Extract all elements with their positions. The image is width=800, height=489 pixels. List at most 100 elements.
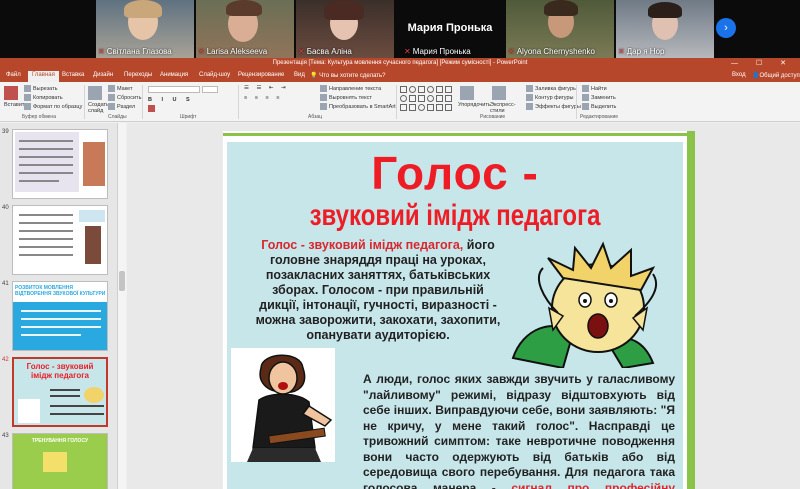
reset-button[interactable]: Сбросить [108, 94, 141, 101]
participant-tile[interactable]: ✕ Alyona Chernyshenko [506, 0, 614, 58]
font-name-input[interactable] [148, 86, 200, 93]
ribbon-separator [576, 85, 577, 119]
select-button[interactable]: Выделить [582, 103, 616, 110]
paste-button[interactable] [4, 86, 20, 100]
arrange-button[interactable] [460, 86, 476, 100]
slide-title[interactable]: Голос - [227, 146, 683, 200]
tab-file[interactable]: Файл [6, 72, 21, 78]
cut-button[interactable]: Вырезать [24, 85, 57, 92]
shape-effects-button[interactable]: Эффекты фигуры [526, 103, 581, 110]
slide-number-current: 42 [2, 357, 9, 363]
font-size-input[interactable] [202, 86, 218, 93]
section-button[interactable]: Раздел [108, 103, 135, 110]
thumbnails-scrollbar[interactable] [118, 123, 126, 489]
participant-tile[interactable]: ✕ Басва Аліна [296, 0, 394, 58]
slide-subtitle[interactable]: звуковий імідж педагога [227, 199, 683, 234]
slide-number: 40 [2, 205, 9, 211]
find-button[interactable]: Найти [582, 85, 607, 92]
tab-review[interactable]: Рецензирование [238, 72, 284, 78]
tab-view[interactable]: Вид [294, 72, 305, 78]
shouting-woman-illustration[interactable] [231, 348, 335, 462]
font-color-button[interactable] [148, 105, 157, 112]
slide-number: 43 [2, 433, 9, 439]
replace-button[interactable]: Заменить [582, 94, 616, 101]
brush-icon [24, 103, 31, 110]
shapes-gallery[interactable] [400, 86, 456, 112]
effects-icon [526, 103, 533, 110]
slide-paragraph-2[interactable]: А люди, голос яких завжди звучить у гала… [363, 372, 675, 489]
tab-insert[interactable]: Вставка [62, 72, 84, 78]
next-participants-button[interactable]: › [716, 18, 736, 38]
participant-tile[interactable]: ✕ Larisa Alekseeva [196, 0, 294, 58]
tab-animations[interactable]: Анимация [160, 72, 188, 78]
tab-slideshow[interactable]: Слайд-шоу [199, 72, 230, 78]
lightbulb-icon: 💡 [310, 73, 318, 79]
tab-design[interactable]: Дизайн [93, 72, 113, 78]
slide-paragraph-1[interactable]: Голос - звуковий імідж педагога, його го… [255, 238, 501, 343]
align-text-button[interactable]: Выровнять текст [320, 94, 372, 101]
font-color-icon [148, 105, 155, 112]
quick-styles-button[interactable] [492, 86, 508, 100]
tell-me-search[interactable]: 💡 Что вы хотите сделать? [310, 72, 385, 79]
smartart-button[interactable]: Преобразовать в SmartArt [320, 103, 396, 110]
window-title: Презентація [Тема: Культура мовлення суч… [272, 60, 528, 66]
participant-name: ✕ Світлана Глазова [98, 47, 172, 56]
paragraph-2-text: А люди, голос яких завжди звучить у гала… [363, 372, 675, 489]
current-slide[interactable]: Голос - звуковий імідж педагога Голос - … [223, 131, 695, 489]
share-button[interactable]: 👤Общий доступ [752, 72, 800, 79]
slide-thumbnail[interactable]: ТРЕНУВАННЯ ГОЛОСУ [12, 433, 108, 489]
slide-content-area: Голос - звуковий імідж педагога Голос - … [227, 142, 683, 489]
participant-tile[interactable]: Мария Пронька ✕ Мария Пронька [396, 0, 504, 58]
format-painter-button[interactable]: Формат по образцу [24, 103, 82, 110]
select-icon [582, 103, 589, 110]
font-format-buttons[interactable]: B I U S [148, 97, 194, 103]
tab-home[interactable]: Главная [28, 71, 59, 82]
participant-display-name: Мария Пронька [407, 22, 493, 34]
tab-transitions[interactable]: Переходы [124, 72, 152, 78]
shape-fill-button[interactable]: Заливка фигуры [526, 85, 577, 92]
layout-icon [108, 85, 115, 92]
slide-thumbnail[interactable] [12, 205, 108, 275]
slide-frame-bar [223, 133, 695, 136]
window-controls[interactable]: — ☐ ✕ [731, 59, 794, 67]
thumbnail-title: Голос - звуковий імідж педагога [26, 362, 94, 380]
mic-muted-icon: ✕ [198, 47, 205, 56]
layout-button[interactable]: Макет [108, 85, 133, 92]
participant-tile[interactable]: ✕ Дар я Нор [616, 0, 714, 58]
group-label-font: Шрифт [180, 114, 197, 120]
text-direction-button[interactable]: Направление текста [320, 85, 381, 92]
video-participants-strip: ✕ Світлана Глазова ✕ Larisa Alekseeva ✕ Бас… [0, 0, 800, 58]
smartart-icon [320, 103, 327, 110]
group-label-paragraph: Абзац [308, 114, 323, 120]
scissors-icon [24, 85, 31, 92]
list-buttons[interactable]: ☰ ☰ ⇤ ⇥ [244, 85, 289, 91]
search-icon [582, 85, 589, 92]
ribbon-separator [238, 85, 239, 119]
ribbon-separator [84, 85, 85, 119]
quick-styles-label: Экспресс-стили [490, 102, 516, 114]
arrange-label: Упорядочить [458, 102, 491, 108]
slide-number: 41 [2, 281, 9, 287]
scrollbar-thumb[interactable] [119, 271, 125, 291]
copy-icon [24, 94, 31, 101]
slide-thumbnail[interactable] [12, 129, 108, 199]
align-buttons[interactable]: ≡ ≡ ≡ ≡ [244, 95, 282, 101]
shape-outline-button[interactable]: Контур фигуры [526, 94, 573, 101]
fill-icon [526, 85, 533, 92]
ribbon-tab-bar: Файл Главная Вставка Дизайн Переходы Ани… [0, 70, 800, 82]
group-label-slides: Слайды [108, 114, 127, 120]
sign-in-link[interactable]: Вход [732, 72, 746, 78]
slide-thumbnail[interactable]: РОЗВИТОК МОВЛЕННЯ ВІДТВОРЕННЯ ЗВУКОВОЇ К… [12, 281, 108, 351]
align-text-icon [320, 94, 327, 101]
copy-button[interactable]: Копировать [24, 94, 63, 101]
slide-thumbnail-selected[interactable]: Голос - звуковий імідж педагога [12, 357, 108, 427]
screaming-person-illustration[interactable] [503, 238, 679, 368]
participant-tile[interactable]: ✕ Світлана Глазова [96, 0, 194, 58]
powerpoint-window: Презентація [Тема: Культура мовлення суч… [0, 58, 800, 489]
mic-muted-icon: ✕ [98, 47, 105, 56]
participant-name: ✕ Дар я Нор [618, 47, 665, 56]
paragraph-1-text: його головне знаряддя праці на уроках, п… [255, 238, 501, 342]
new-slide-icon [88, 86, 102, 100]
new-slide-button[interactable] [88, 86, 104, 100]
mic-muted-icon: ✕ [508, 47, 515, 56]
